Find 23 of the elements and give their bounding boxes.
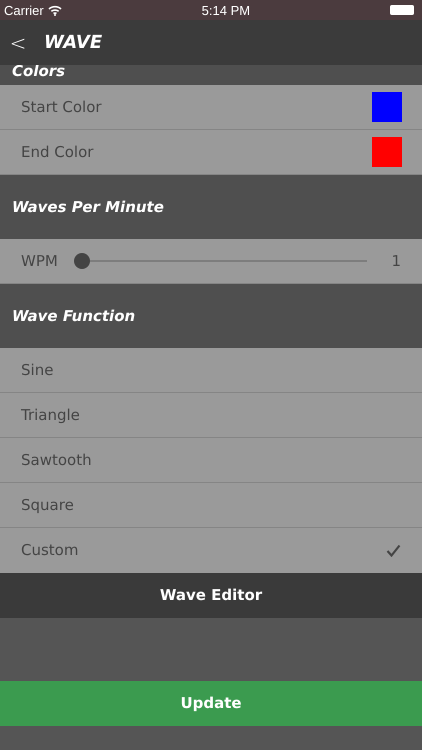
- row-label: End Color: [21, 142, 94, 163]
- slider-thumb[interactable]: [74, 253, 90, 269]
- carrier-label: Carrier: [4, 2, 44, 18]
- update-button[interactable]: Update: [0, 681, 422, 726]
- screen-title: WAVE: [44, 31, 102, 55]
- option-row[interactable]: Square: [0, 483, 422, 528]
- row-label: Start Color: [21, 96, 103, 118]
- option-row[interactable]: Sine: [0, 348, 422, 393]
- back-button[interactable]: <: [8, 28, 28, 58]
- battery-icon: [390, 5, 414, 15]
- color-swatch[interactable]: [372, 92, 402, 122]
- row-label: WPM: [21, 250, 58, 272]
- clock-time: 5:14 PM: [202, 2, 250, 18]
- slider-value: 1: [391, 250, 401, 272]
- section-header: Colors: [12, 60, 66, 82]
- wave-editor-button[interactable]: Wave Editor: [0, 573, 422, 618]
- option-row[interactable]: Custom: [0, 528, 422, 573]
- color-swatch[interactable]: [372, 137, 402, 167]
- section-header: Wave Function: [12, 306, 136, 327]
- wifi-icon: [48, 4, 62, 16]
- section-header: Waves Per Minute: [12, 196, 164, 218]
- option-row[interactable]: Triangle: [0, 393, 422, 438]
- option-row[interactable]: Sawtooth: [0, 438, 422, 483]
